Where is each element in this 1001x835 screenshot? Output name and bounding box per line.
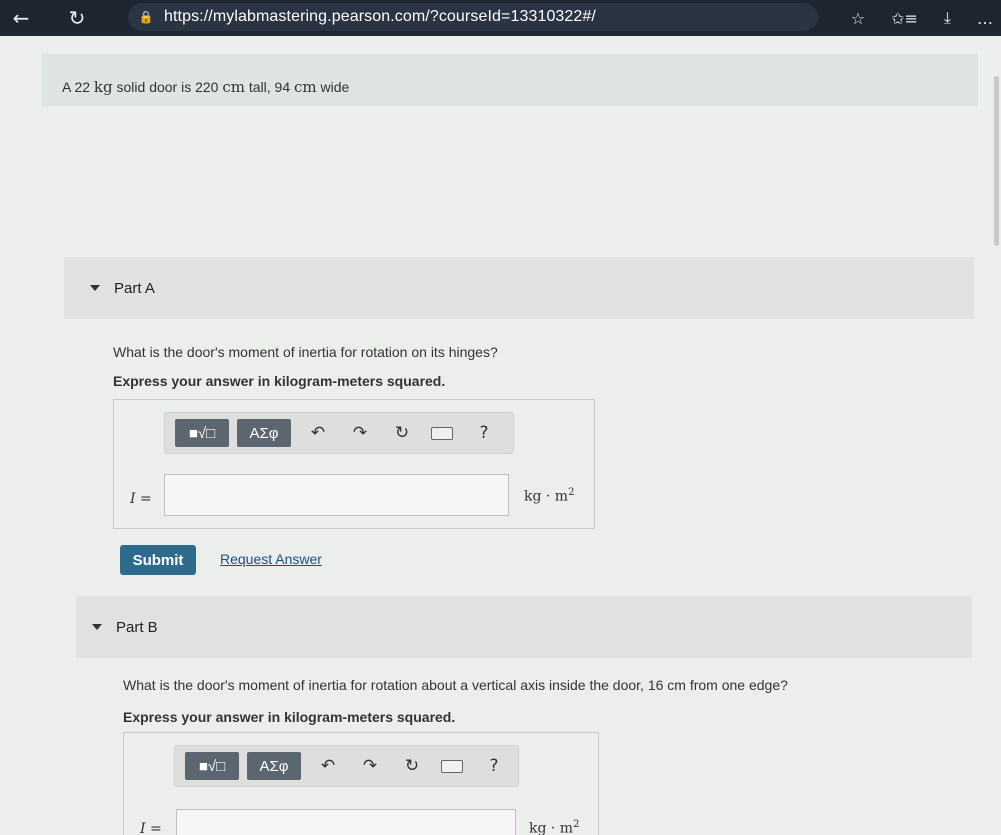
more-icon[interactable]: … bbox=[977, 9, 993, 28]
variable-label: I = bbox=[130, 491, 152, 507]
help-icon[interactable]: ? bbox=[469, 418, 499, 448]
intro-unit: kg bbox=[93, 78, 113, 96]
intro-text: A 22 bbox=[62, 79, 94, 95]
download-icon[interactable]: ⤓ bbox=[944, 8, 951, 28]
star-icon[interactable]: ☆ bbox=[851, 9, 865, 28]
scrollbar[interactable] bbox=[994, 76, 999, 246]
intro-unit: cm bbox=[222, 78, 245, 96]
part-a-instruction: Express your answer in kilogram-meters s… bbox=[113, 373, 446, 389]
answer-input[interactable] bbox=[164, 474, 509, 516]
unit-label: kg · m2 bbox=[529, 819, 579, 835]
unit-label: kg · m2 bbox=[524, 487, 574, 505]
page-content: A 22 kg solid door is 220 cm tall, 94 cm… bbox=[0, 36, 1001, 835]
redo-icon[interactable]: ↷ bbox=[355, 751, 385, 781]
back-arrow-icon[interactable]: ← bbox=[6, 3, 36, 33]
part-b-instruction: Express your answer in kilogram-meters s… bbox=[123, 709, 456, 725]
submit-button[interactable]: Submit bbox=[120, 545, 196, 575]
url-text: https://mylabmastering.pearson.com/?cour… bbox=[164, 8, 596, 25]
reset-icon[interactable]: ↻ bbox=[387, 418, 417, 448]
keyboard-icon[interactable] bbox=[435, 751, 469, 781]
request-answer-link[interactable]: Request Answer bbox=[220, 551, 322, 567]
part-b-header[interactable]: Part B bbox=[76, 596, 972, 658]
part-b-title: Part B bbox=[116, 618, 158, 636]
unit-exponent: 2 bbox=[568, 487, 575, 498]
reload-icon[interactable]: ↻ bbox=[62, 3, 92, 33]
problem-intro: A 22 kg solid door is 220 cm tall, 94 cm… bbox=[42, 54, 978, 106]
part-b-question: What is the door's moment of inertia for… bbox=[123, 677, 788, 693]
collapse-triangle-icon bbox=[90, 285, 100, 291]
unit-exponent: 2 bbox=[573, 819, 580, 830]
keyboard-icon[interactable] bbox=[425, 418, 459, 448]
variable-label: I = bbox=[140, 821, 162, 835]
unit-text: kg · m bbox=[524, 488, 569, 505]
help-icon[interactable]: ? bbox=[479, 751, 509, 781]
templates-button[interactable]: ■√□ bbox=[185, 752, 239, 780]
part-a-header[interactable]: Part A bbox=[64, 257, 974, 319]
intro-text: solid door is 220 bbox=[112, 79, 223, 95]
favorites-icon[interactable]: ✩≡ bbox=[891, 9, 918, 28]
templates-button[interactable]: ■√□ bbox=[175, 419, 229, 447]
collapse-triangle-icon bbox=[92, 624, 102, 630]
address-bar[interactable]: 🔒 https://mylabmastering.pearson.com/?co… bbox=[128, 3, 818, 31]
undo-icon[interactable]: ↶ bbox=[313, 751, 343, 781]
reset-icon[interactable]: ↻ bbox=[397, 751, 427, 781]
answer-input[interactable] bbox=[176, 809, 516, 835]
unit-text: kg · m bbox=[529, 820, 574, 835]
browser-toolbar: ← ↻ 🔒 https://mylabmastering.pearson.com… bbox=[0, 0, 1001, 36]
part-a-question: What is the door's moment of inertia for… bbox=[113, 344, 498, 360]
greek-symbols-button[interactable]: ΑΣφ bbox=[237, 419, 291, 447]
math-toolbar: ■√□ ΑΣφ ↶ ↷ ↻ ? bbox=[174, 745, 519, 787]
part-a-title: Part A bbox=[114, 279, 155, 297]
lock-icon: 🔒 bbox=[138, 10, 154, 24]
part-a-answer-box: ■√□ ΑΣφ ↶ ↷ ↻ ? I = kg · m2 bbox=[113, 399, 595, 529]
browser-actions: ☆ ✩≡ ⤓ … bbox=[851, 3, 993, 33]
intro-unit: cm bbox=[294, 78, 317, 96]
part-b-answer-box: ■√□ ΑΣφ ↶ ↷ ↻ ? I = kg · m2 bbox=[123, 732, 599, 835]
undo-icon[interactable]: ↶ bbox=[303, 418, 333, 448]
redo-icon[interactable]: ↷ bbox=[345, 418, 375, 448]
greek-symbols-button[interactable]: ΑΣφ bbox=[247, 752, 301, 780]
intro-text: wide bbox=[316, 79, 350, 95]
intro-text: tall, 94 bbox=[244, 79, 295, 95]
math-toolbar: ■√□ ΑΣφ ↶ ↷ ↻ ? bbox=[164, 412, 514, 454]
